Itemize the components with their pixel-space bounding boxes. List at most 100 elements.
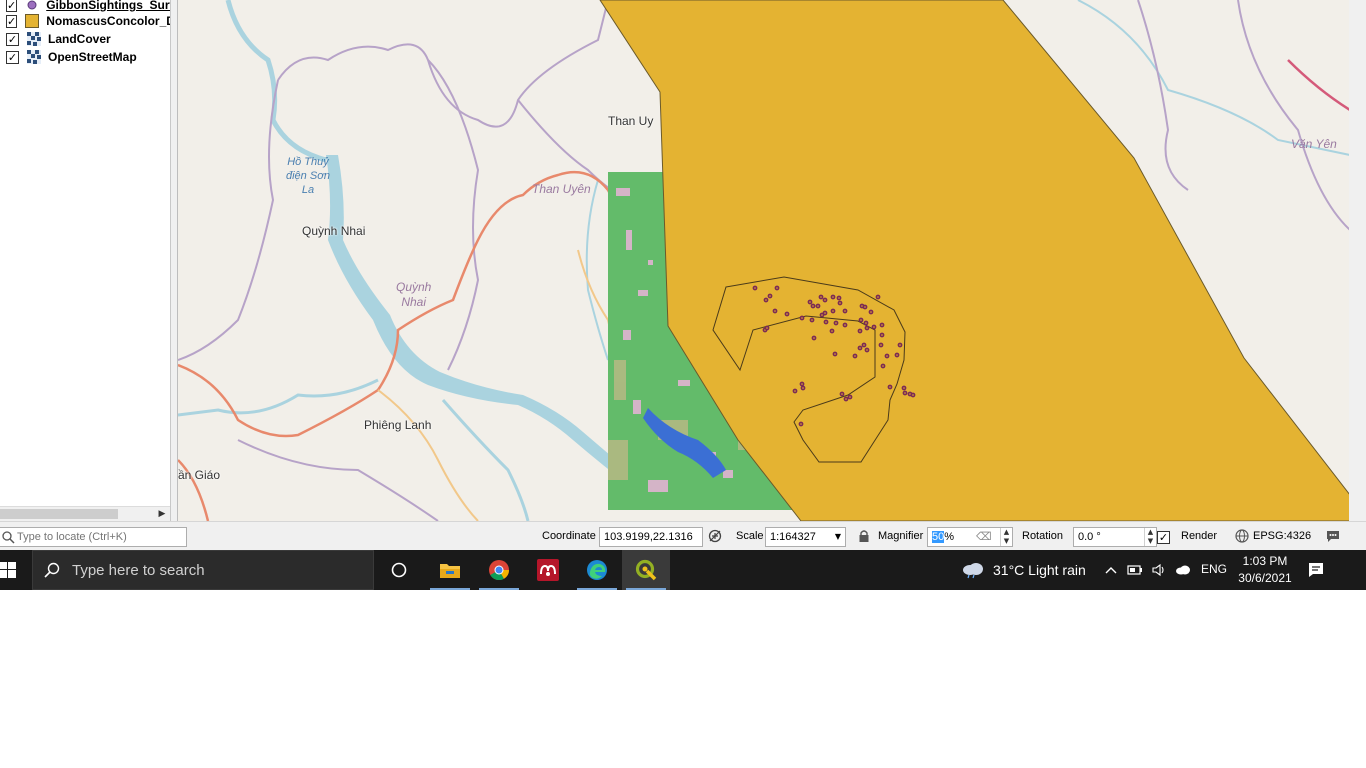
onedrive-icon[interactable] [1175, 562, 1191, 578]
raster-icon [27, 50, 41, 64]
layer-row-openstreetmap[interactable]: ✓ OpenStreetMap [0, 48, 170, 66]
search-icon [2, 531, 15, 544]
crs-label[interactable]: EPSG:4326 [1253, 530, 1311, 542]
layer-checkbox[interactable]: ✓ [6, 50, 19, 64]
place-label: Hồ Thuỷ điện Sơn La [286, 156, 330, 196]
admin-boundary [1237, 0, 1349, 231]
map-layers [178, 0, 1349, 521]
running-indicator [626, 588, 666, 590]
map-canvas[interactable]: Than Uy Than Uyên Quỳnh Nhai Quỳnh Nhai … [177, 0, 1349, 521]
layer-label: NomascusConcolor_Di [46, 14, 170, 28]
magnifier-label: Magnifier [878, 530, 924, 542]
locator-input[interactable] [17, 531, 182, 543]
coordinate-label: Coordinate [542, 530, 596, 542]
notifications-icon[interactable] [1307, 561, 1325, 579]
layer-checkbox[interactable]: ✓ [6, 32, 19, 46]
qgis-button[interactable] [622, 550, 670, 590]
river [585, 179, 609, 361]
taskbar-search-placeholder: Type here to search [72, 561, 205, 579]
layer-row-landcover[interactable]: ✓ LandCover [0, 30, 170, 48]
chrome-button[interactable] [475, 550, 523, 590]
clock-date: 30/6/2021 [1238, 571, 1292, 585]
coordinate-field[interactable]: 103.9199,22.1316 [599, 527, 703, 547]
layers-panel: ✓ GibbonSightings_Surv ✓ NomascusConcolo… [0, 0, 171, 521]
clock-time: 1:03 PM [1242, 554, 1288, 568]
layer-label: OpenStreetMap [48, 50, 137, 64]
locator-bar[interactable] [0, 527, 187, 547]
qgis-window: ✓ GibbonSightings_Surv ✓ NomascusConcolo… [0, 0, 1366, 550]
task-view-icon [391, 562, 407, 578]
start-button[interactable] [0, 550, 30, 590]
place-label: Than Uyên [532, 182, 591, 196]
reservoir-water [326, 155, 656, 500]
layer-checkbox[interactable]: ✓ [6, 0, 18, 12]
lock-icon[interactable] [856, 528, 872, 544]
purple-point-icon [27, 0, 37, 10]
yellow-polygon-icon [25, 14, 40, 28]
file-explorer-button[interactable] [426, 550, 474, 590]
status-bar: Coordinate 103.9199,22.1316 Scale 1:1643… [0, 521, 1366, 550]
language-indicator[interactable]: ENG [1201, 562, 1227, 576]
admin-boundary [237, 439, 439, 521]
render-checkbox[interactable]: ✓ [1157, 531, 1170, 544]
scroll-right-arrow-icon[interactable]: ▶ [156, 508, 168, 520]
qgis-icon [635, 559, 657, 581]
battery-icon[interactable] [1127, 562, 1143, 578]
folder-icon [440, 564, 460, 578]
place-label: Than Uy [608, 114, 654, 128]
running-indicator [577, 588, 617, 590]
globe-icon[interactable] [1234, 528, 1250, 544]
volume-icon[interactable] [1151, 562, 1167, 578]
rotation-value: 0.0 ° [1078, 531, 1101, 543]
windows-logo-icon [0, 562, 16, 578]
edge-icon [587, 560, 607, 580]
magnifier-value: 50 [932, 531, 945, 543]
spinbox-arrows-icon[interactable]: ▲ ▼ [1144, 528, 1156, 546]
place-label: ần Giáo [178, 468, 221, 482]
river [441, 399, 530, 521]
chevron-up-icon[interactable] [1103, 562, 1119, 578]
layer-checkbox[interactable]: ✓ [6, 14, 18, 28]
place-label: Văn Yên [1291, 137, 1337, 151]
rotation-label: Rotation [1022, 530, 1063, 542]
place-label: Quỳnh Nhai [302, 224, 366, 238]
render-label: Render [1181, 530, 1218, 542]
scale-combobox[interactable]: 1:164327 ▼ [765, 527, 846, 547]
chrome-icon [489, 560, 510, 581]
horizontal-scrollbar[interactable]: ▶ [0, 506, 170, 521]
taskbar: Type here to search 31°C Light rain ENG … [0, 550, 1366, 590]
edge-button[interactable] [573, 550, 621, 590]
layer-row-nomascus-distribution[interactable]: ✓ NomascusConcolor_Di [0, 12, 170, 30]
layer-label: LandCover [48, 32, 111, 46]
chevron-down-icon[interactable]: ▼ [835, 528, 841, 546]
search-icon [44, 562, 60, 578]
place-label: Phiêng Lanh [364, 418, 432, 432]
place-label: Quỳnh Nhai [396, 280, 432, 309]
scrollbar-thumb[interactable] [0, 509, 118, 519]
raster-icon [27, 32, 41, 46]
messages-icon[interactable] [1325, 528, 1341, 544]
road [1287, 59, 1349, 111]
mendeley-icon [537, 559, 559, 581]
admin-boundary [1137, 0, 1189, 191]
taskbar-search-box[interactable]: Type here to search [32, 550, 374, 590]
clear-icon[interactable]: ⌫ [976, 528, 992, 546]
toggle-extents-icon[interactable] [707, 528, 723, 544]
cloud-rain-icon[interactable] [961, 561, 985, 579]
road [377, 389, 479, 521]
running-indicator [479, 588, 519, 590]
task-view-button[interactable] [375, 550, 423, 590]
weather-text[interactable]: 31°C Light rain [993, 562, 1086, 578]
layer-label: GibbonSightings_Surv [46, 0, 170, 12]
running-indicator [430, 588, 470, 590]
clock[interactable]: 1:03 PM 30/6/2021 [1228, 553, 1302, 587]
admin-boundary [178, 79, 279, 361]
spinbox-arrows-icon[interactable]: ▲ ▼ [1000, 528, 1012, 546]
scale-value: 1:164327 [770, 531, 816, 543]
rotation-spinbox[interactable]: 0.0 ° ▲ ▼ [1073, 527, 1157, 547]
magnifier-suffix: % [944, 531, 955, 543]
admin-boundary [277, 0, 609, 128]
mendeley-button[interactable] [524, 550, 572, 590]
magnifier-spinbox[interactable]: 50% ⌫ ▲ ▼ [927, 527, 1013, 547]
scale-label: Scale [736, 530, 764, 542]
